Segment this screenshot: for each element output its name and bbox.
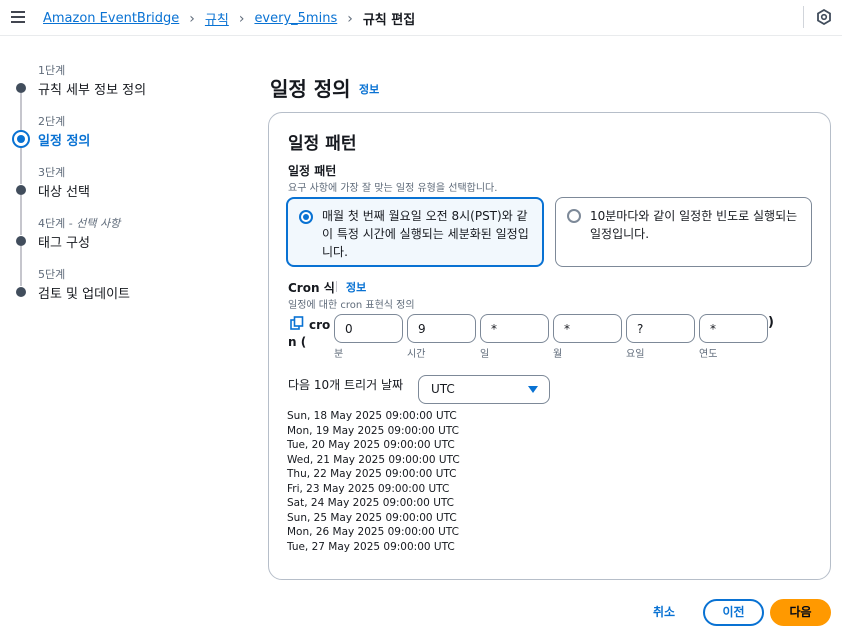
info-link[interactable]: 정보 xyxy=(359,81,379,97)
chevron-right-icon: › xyxy=(238,10,245,27)
divider xyxy=(803,6,804,28)
breadcrumb-eventbridge[interactable]: Amazon EventBridge xyxy=(43,11,179,26)
step-number: 4단계 - 선택 사항 xyxy=(38,217,121,230)
option-text: 10분마다와 같이 일정한 빈도로 실행되는 일정입니다. xyxy=(590,209,798,241)
schedule-pattern-container: 일정 패턴 일정 패턴 요구 사항에 가장 잘 맞는 일정 유형을 선택합니다.… xyxy=(268,112,831,580)
copy-icon[interactable] xyxy=(290,316,304,330)
hamburger-menu-icon[interactable] xyxy=(11,11,25,23)
step-label[interactable]: 규칙 세부 정보 정의 xyxy=(38,79,146,98)
cron-day-of-week-caption: 요일 xyxy=(626,349,645,360)
divider xyxy=(336,281,337,292)
cron-day-of-month-input[interactable] xyxy=(480,314,549,343)
cron-year-caption: 연도 xyxy=(699,349,718,360)
trigger-date: Tue, 27 May 2025 09:00:00 UTC xyxy=(287,540,455,553)
cron-month-input[interactable] xyxy=(553,314,622,343)
cron-year-input[interactable] xyxy=(699,314,768,343)
cron-month-caption: 월 xyxy=(553,349,563,360)
cron-prefix-text: n ( xyxy=(288,335,307,349)
trigger-date: Mon, 26 May 2025 09:00:00 UTC xyxy=(287,526,459,538)
step-dot-icon xyxy=(16,236,26,246)
trigger-date: Sat, 24 May 2025 09:00:00 UTC xyxy=(287,497,455,509)
caret-down-icon xyxy=(528,386,538,393)
cron-hours-caption: 시간 xyxy=(407,349,426,360)
step-optional-text: 선택 사항 xyxy=(76,217,121,230)
wizard-step-3[interactable]: 3단계 대상 선택 xyxy=(12,164,242,215)
chevron-right-icon: › xyxy=(347,10,353,27)
trigger-date: Wed, 21 May 2025 09:00:00 UTC xyxy=(287,453,460,466)
container-title: 일정 패턴 xyxy=(288,134,357,154)
timezone-select[interactable]: UTC xyxy=(418,375,550,404)
trigger-date: Thu, 22 May 2025 09:00:00 UTC xyxy=(287,468,457,480)
schedule-option-cron[interactable]: 매월 첫 번째 월요일 오전 8시(PST)와 같이 특정 시간에 실행되는 세… xyxy=(286,197,544,267)
step-dot-icon xyxy=(16,185,26,195)
pattern-field-label: 일정 패턴 xyxy=(288,164,337,178)
radio-selected-icon[interactable] xyxy=(299,210,313,224)
step-label[interactable]: 검토 및 업데이트 xyxy=(38,283,130,302)
trigger-date: Fri, 23 May 2025 09:00:00 UTC xyxy=(287,482,450,495)
step-label[interactable]: 태그 구성 xyxy=(38,232,90,251)
step-number: 5단계 xyxy=(38,268,66,281)
top-navigation-bar: Amazon EventBridge › 규칙 › every_5mins › … xyxy=(0,0,842,36)
step-label[interactable]: 대상 선택 xyxy=(38,181,90,200)
breadcrumb: Amazon EventBridge › 규칙 › every_5mins › … xyxy=(43,9,416,29)
option-text: 매월 첫 번째 월요일 오전 8시(PST)와 같이 특정 시간에 실행되는 세… xyxy=(322,209,529,259)
step-number-text: 4단계 xyxy=(38,217,66,230)
wizard-steps: 1단계 규칙 세부 정보 정의 2단계 일정 정의 3단계 대상 선택 4단계 … xyxy=(12,62,242,317)
pattern-field-description: 요구 사항에 가장 잘 맞는 일정 유형을 선택합니다. xyxy=(288,183,498,194)
step-dot-icon xyxy=(16,287,26,297)
cron-info-link[interactable]: 정보 xyxy=(346,279,366,295)
step-label[interactable]: 일정 정의 xyxy=(38,130,90,149)
step-number: 3단계 xyxy=(38,166,66,179)
wizard-step-5[interactable]: 5단계 검토 및 업데이트 xyxy=(12,266,242,317)
page-title: 일정 정의 xyxy=(270,77,351,101)
hexagon-feedback-icon[interactable] xyxy=(816,9,832,25)
cron-closing-paren: ) xyxy=(768,315,774,330)
cron-field-label: Cron 식 xyxy=(288,281,335,295)
wizard-step-2[interactable]: 2단계 일정 정의 xyxy=(12,113,242,164)
cron-day-of-month-caption: 일 xyxy=(480,349,490,360)
previous-button[interactable]: 이전 xyxy=(703,599,764,626)
timezone-value: UTC xyxy=(431,382,455,396)
cancel-button[interactable]: 취소 xyxy=(642,600,686,624)
wizard-step-4[interactable]: 4단계 - 선택 사항 태그 구성 xyxy=(12,215,242,266)
step-dot-icon xyxy=(16,83,26,93)
cron-day-of-week-input[interactable] xyxy=(626,314,695,343)
wizard-step-1[interactable]: 1단계 규칙 세부 정보 정의 xyxy=(12,62,242,113)
breadcrumb-rules[interactable]: 규칙 xyxy=(205,9,229,28)
trigger-date: Tue, 20 May 2025 09:00:00 UTC xyxy=(287,439,455,451)
breadcrumb-current: 규칙 편집 xyxy=(362,13,416,28)
schedule-option-rate[interactable]: 10분마다와 같이 일정한 빈도로 실행되는 일정입니다. xyxy=(555,197,812,267)
step-current-icon xyxy=(12,130,30,148)
trigger-date: Mon, 19 May 2025 09:00:00 UTC xyxy=(287,424,459,437)
trigger-dates-label: 다음 10개 트리거 날짜 xyxy=(288,378,404,392)
radio-unselected-icon[interactable] xyxy=(567,209,581,223)
cron-minutes-caption: 분 xyxy=(334,349,344,360)
step-number: 2단계 xyxy=(38,115,66,128)
next-button[interactable]: 다음 xyxy=(770,599,831,626)
trigger-dates-list: Sun, 18 May 2025 09:00:00 UTC Mon, 19 Ma… xyxy=(287,409,460,554)
trigger-date: Sun, 18 May 2025 09:00:00 UTC xyxy=(287,410,457,422)
cron-field-description: 일정에 대한 cron 표현식 정의 xyxy=(288,300,415,311)
trigger-date: Sun, 25 May 2025 09:00:00 UTC xyxy=(287,511,457,524)
cron-minutes-input[interactable] xyxy=(334,314,403,343)
step-number: 1단계 xyxy=(38,64,66,77)
chevron-right-icon: › xyxy=(189,10,195,27)
cron-prefix-text: cro xyxy=(309,318,331,332)
cron-hours-input[interactable] xyxy=(407,314,476,343)
breadcrumb-rule-name[interactable]: every_5mins xyxy=(254,11,337,26)
